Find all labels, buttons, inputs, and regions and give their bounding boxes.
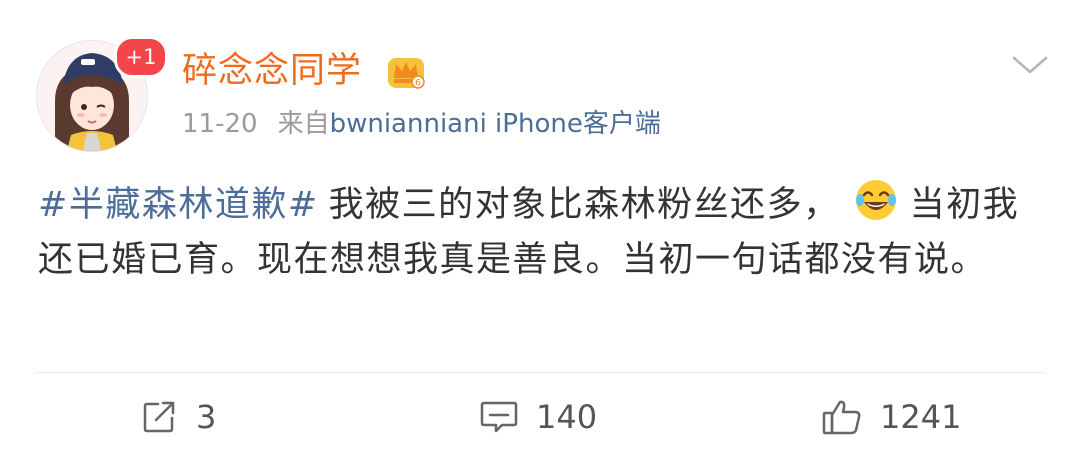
chevron-down-icon[interactable] — [1010, 52, 1050, 78]
post-text-part1: 我被三的对象比森林粉丝还多， — [328, 185, 840, 225]
crown-vip-icon[interactable]: 6 — [386, 52, 426, 90]
hashtag-link[interactable]: #半藏森林道歉# — [38, 185, 319, 225]
like-button[interactable]: 1241 — [822, 394, 961, 440]
repost-icon — [143, 401, 175, 433]
post-time: 11-20 — [182, 109, 258, 139]
avatar-container[interactable]: +1 — [36, 36, 168, 152]
like-count: 1241 — [880, 398, 962, 436]
post-content: #半藏森林道歉# 我被三的对象比森林粉丝还多， 当初我还已婚已育。现在想想我真是善良… — [38, 178, 1048, 288]
comment-count: 140 — [536, 398, 598, 436]
thumbs-up-icon — [822, 400, 861, 435]
repost-button[interactable]: 3 — [142, 394, 216, 440]
comment-button[interactable]: 140 — [480, 394, 597, 440]
repost-count: 3 — [196, 398, 217, 436]
username[interactable]: 碎念念同学 — [182, 46, 362, 96]
new-badge: +1 — [114, 36, 168, 78]
client-link[interactable]: bwnianniani iPhone客户端 — [330, 109, 661, 139]
laugh-cry-emoji — [855, 180, 896, 220]
svg-text:6: 6 — [415, 79, 421, 89]
post-meta: 11-20 来自bwnianniani iPhone客户端 — [182, 106, 661, 142]
divider — [36, 372, 1044, 373]
comment-icon — [480, 401, 518, 433]
source-prefix: 来自 — [277, 109, 330, 139]
